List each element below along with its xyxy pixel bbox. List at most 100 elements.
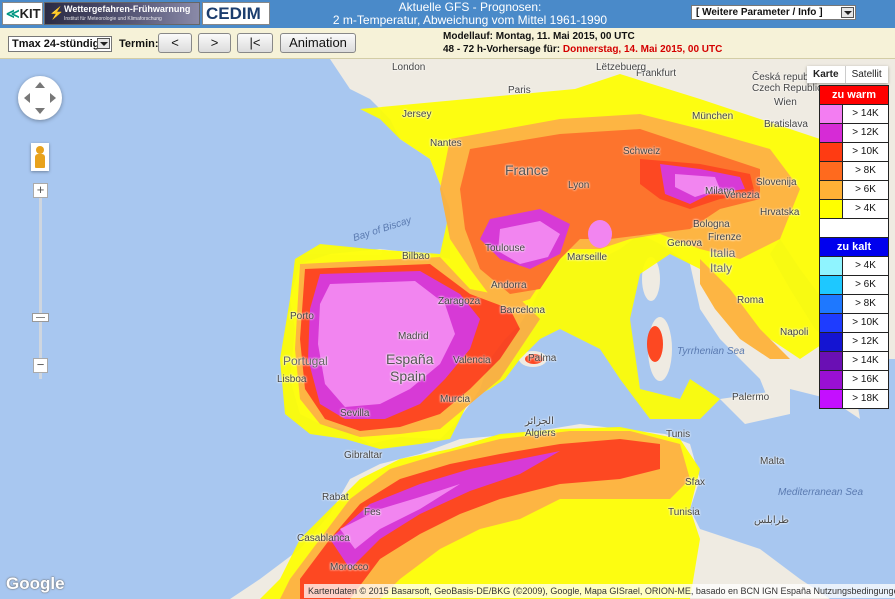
cold-legend-swatch xyxy=(820,257,843,275)
tmax-select-value: Tmax 24-stündig xyxy=(12,38,100,50)
cold-legend-row: > 16K xyxy=(820,370,888,389)
map-label-jersey: Jersey xyxy=(402,109,432,120)
zoom-out-button[interactable]: − xyxy=(33,358,48,373)
kit-logo[interactable]: ≪KIT xyxy=(2,2,43,25)
warm-legend-swatch xyxy=(820,181,843,199)
chevron-down-icon xyxy=(841,7,854,18)
zoom-slider-track[interactable] xyxy=(39,189,42,379)
map-label-munchen: München xyxy=(692,111,734,122)
cold-legend-swatch xyxy=(820,371,843,389)
wetter-logo-subtitle: Institut für Meteorologie und Klimaforsc… xyxy=(64,16,162,22)
map-label-napoli: Napoli xyxy=(780,327,809,338)
tmax-select[interactable]: Tmax 24-stündig xyxy=(8,36,112,52)
map-label-venezia: Venezia xyxy=(724,190,760,201)
cold-legend-label: > 10K xyxy=(852,317,879,328)
cold-legend-label: > 6K xyxy=(855,279,876,290)
map-label-barcelona: Barcelona xyxy=(500,305,546,316)
map-label-italia: Italia xyxy=(710,246,736,260)
map-label-palma: Palma xyxy=(528,353,557,364)
map-label-paris: Paris xyxy=(508,85,531,96)
map-type-satellit[interactable]: Satellit xyxy=(844,66,888,83)
warm-legend-row: > 8K xyxy=(820,161,888,180)
map-label-fes: Fes xyxy=(364,507,381,518)
page-title: Aktuelle GFS - Prognosen: 2 m-Temperatur… xyxy=(300,1,640,27)
lightning-icon: ⚡ xyxy=(49,6,64,20)
map-label-spain: Spain xyxy=(390,368,426,384)
map-label-marseille: Marseille xyxy=(567,252,608,263)
map-label-london: London xyxy=(392,62,426,73)
model-info: Modellauf: Montag, 11. Mai 2015, 00 UTC … xyxy=(443,30,722,56)
prev-button[interactable]: < xyxy=(158,33,192,53)
map-label-sfax: Sfax xyxy=(685,477,706,488)
warm-legend-label: > 4K xyxy=(855,203,876,214)
cold-legend-row: > 12K xyxy=(820,332,888,351)
header-bar: ≪KIT ⚡ Wettergefahren-Frühwarnung Instit… xyxy=(0,0,895,28)
map-label-italy: Italy xyxy=(710,261,733,275)
map-type-karte[interactable]: Karte xyxy=(807,66,845,83)
termin-label: Termin: xyxy=(119,38,159,50)
google-logo[interactable]: Google xyxy=(6,574,65,594)
cold-legend-row: > 10K xyxy=(820,313,888,332)
map-label-espana: España xyxy=(386,351,434,367)
animation-button[interactable]: Animation xyxy=(280,33,356,53)
cold-legend-row: > 8K xyxy=(820,294,888,313)
map-label-hrvatska: Hrvatska xyxy=(760,207,800,218)
map-label-lisboa: Lisboa xyxy=(277,374,307,385)
map-label-czech: Czech Republic xyxy=(752,83,823,94)
pan-down-icon[interactable] xyxy=(35,108,45,114)
cold-legend-row: > 4K xyxy=(820,256,888,275)
map-label-wien: Wien xyxy=(774,97,797,108)
map-label-genova: Genova xyxy=(667,238,703,249)
cold-legend-swatch xyxy=(820,333,843,351)
map-label-tunisia: Tunisia xyxy=(668,507,700,518)
map-label-nantes: Nantes xyxy=(430,138,462,149)
parameter-select-value: [ Weitere Parameter / Info ] xyxy=(696,7,823,18)
warm-legend-swatch xyxy=(820,124,843,142)
map-label-tunis: Tunis xyxy=(666,429,691,440)
map-label-tyrrhenian-sea: Tyrrhenian Sea xyxy=(677,346,745,357)
warm-legend-row: > 6K xyxy=(820,180,888,199)
warm-legend-label: > 14K xyxy=(852,108,879,119)
first-button[interactable]: |< xyxy=(237,33,273,53)
cold-legend-row: > 18K xyxy=(820,389,888,408)
map-label-rabat: Rabat xyxy=(322,492,349,503)
pan-right-icon[interactable] xyxy=(50,93,56,103)
pan-up-icon[interactable] xyxy=(35,82,45,88)
map-label-palermo: Palermo xyxy=(732,392,770,403)
zoom-slider-handle[interactable] xyxy=(32,313,49,322)
color-legend: zu warm > 14K > 12K > 10K > 8K > 6K > 4K zu k… xyxy=(819,85,889,409)
map-label-porto: Porto xyxy=(290,311,314,322)
cedim-logo[interactable]: CEDIM xyxy=(202,2,270,25)
legend-gap xyxy=(820,218,888,237)
parameter-select[interactable]: [ Weitere Parameter / Info ] xyxy=(691,5,856,20)
warm-legend-label: > 8K xyxy=(855,165,876,176)
map-attribution[interactable]: Kartendaten © 2015 Basarsoft, GeoBasis-D… xyxy=(304,584,895,598)
cold-legend-row: > 6K xyxy=(820,275,888,294)
street-view-pegman-icon[interactable] xyxy=(31,143,49,171)
map-canvas[interactable]: Česká republika Czech Republic Frankfurt… xyxy=(0,59,895,599)
warm-legend-row: > 12K xyxy=(820,123,888,142)
warm-legend-label: > 6K xyxy=(855,184,876,195)
cold-legend-label: > 8K xyxy=(855,298,876,309)
map-label-morocco: Morocco xyxy=(330,562,369,573)
map-label-murcia: Murcia xyxy=(440,394,471,405)
map-label-letzebuerg: Lëtzebuerg xyxy=(596,62,647,73)
toolbar: Tmax 24-stündig Termin: < > |< Animation… xyxy=(0,28,895,59)
pan-control[interactable] xyxy=(18,76,62,120)
pan-left-icon[interactable] xyxy=(24,93,30,103)
map-label-valencia: Valencia xyxy=(453,355,491,366)
map-label-andorra: Andorra xyxy=(491,280,527,291)
map-label-sevilla: Sevilla xyxy=(340,408,370,419)
warm-legend-label: > 12K xyxy=(852,127,879,138)
map-label-arabic-algiers: الجزائر xyxy=(525,416,554,427)
map-label-zaragoza: Zaragoza xyxy=(438,296,481,307)
zoom-in-button[interactable]: + xyxy=(33,183,48,198)
cold-legend-label: > 18K xyxy=(852,393,879,404)
wetter-logo-title: Wettergefahren-Frühwarnung xyxy=(64,4,191,14)
map-label-bratislava: Bratislava xyxy=(764,119,808,130)
map-label-lyon: Lyon xyxy=(568,180,590,191)
cold-legend-swatch xyxy=(820,295,843,313)
next-button[interactable]: > xyxy=(198,33,231,53)
wettergefahren-logo[interactable]: ⚡ Wettergefahren-Frühwarnung Institut fü… xyxy=(44,2,200,25)
map-label-bilbao: Bilbao xyxy=(402,251,430,262)
